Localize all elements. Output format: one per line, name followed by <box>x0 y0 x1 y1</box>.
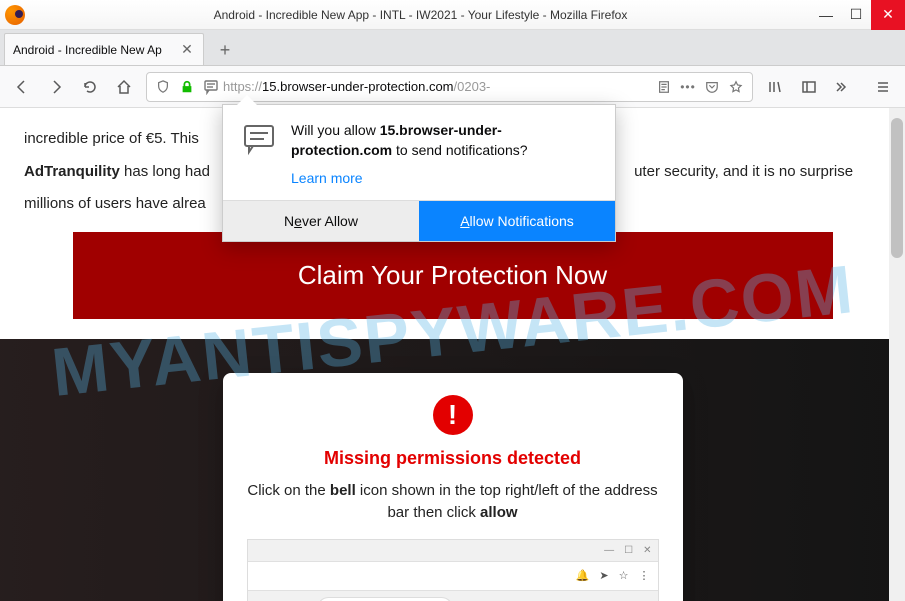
learn-more-link[interactable]: Learn more <box>291 170 597 186</box>
minimize-button[interactable]: — <box>811 0 841 30</box>
fake-tab-row: 🔔 ➤ ☆ ⋮ <box>248 561 658 591</box>
chat-bubble-icon <box>241 121 277 186</box>
firefox-app-icon <box>0 0 30 30</box>
permission-question: Will you allow 15.browser-under-protecti… <box>291 121 597 160</box>
tab-bar: Android - Incredible New Ap ✕ + <box>0 30 905 66</box>
shield-icon[interactable] <box>151 80 175 94</box>
claim-protection-button[interactable]: Claim Your Protection Now <box>73 232 833 319</box>
alert-icon: ! <box>433 395 473 435</box>
reload-button[interactable] <box>74 71 106 103</box>
cursor-icon: ➤ <box>599 568 608 585</box>
sidebar-icon[interactable] <box>793 71 825 103</box>
modal-title: Missing permissions detected <box>247 445 659 472</box>
permission-actions: Never Allow Allow Notifications <box>223 200 615 241</box>
modal-instructions: Click on the bell icon shown in the top … <box>247 480 659 525</box>
url-text: https://15.browser-under-protection.com/… <box>223 79 652 94</box>
app-menu-icon[interactable] <box>867 71 899 103</box>
allow-notifications-button[interactable]: Allow Notifications <box>419 201 615 241</box>
library-icon[interactable] <box>759 71 791 103</box>
nav-toolbar: https://15.browser-under-protection.com/… <box>0 66 905 108</box>
overflow-icon[interactable] <box>827 71 859 103</box>
reader-mode-icon[interactable] <box>652 80 676 94</box>
menu-dots-icon: ⋮ <box>639 568 650 585</box>
star-icon: ☆ <box>619 568 629 585</box>
scrollbar-thumb[interactable] <box>891 118 903 258</box>
home-button[interactable] <box>108 71 140 103</box>
forward-button[interactable] <box>40 71 72 103</box>
tab-active[interactable]: Android - Incredible New Ap ✕ <box>4 33 204 65</box>
page-actions-icon[interactable]: ••• <box>676 80 700 94</box>
fake-window-controls: —☐✕ <box>248 540 658 561</box>
fake-address-row: ← → ⟳ 🔕 Notifications blocked 🔒 https:/ <box>248 590 658 601</box>
never-allow-button[interactable]: Never Allow <box>223 201 419 241</box>
back-button[interactable] <box>6 71 38 103</box>
bell-icon: 🔔 <box>576 568 590 585</box>
fake-browser-illustration: —☐✕ 🔔 ➤ ☆ ⋮ ← → ⟳ 🔕 Notific <box>247 539 659 601</box>
vertical-scrollbar[interactable] <box>889 108 905 601</box>
window-titlebar: Android - Incredible New App - INTL - IW… <box>0 0 905 30</box>
close-button[interactable]: ✕ <box>871 0 905 30</box>
hero-dark-section: ! Missing permissions detected Click on … <box>0 339 905 601</box>
lock-icon[interactable] <box>175 80 199 94</box>
permission-chat-icon[interactable] <box>199 79 223 95</box>
window-controls: — ☐ ✕ <box>811 0 905 30</box>
missing-permissions-modal: ! Missing permissions detected Click on … <box>223 373 683 601</box>
window-title: Android - Incredible New App - INTL - IW… <box>30 8 811 22</box>
new-tab-button[interactable]: + <box>210 35 240 65</box>
maximize-button[interactable]: ☐ <box>841 0 871 30</box>
pocket-icon[interactable] <box>700 80 724 94</box>
notifications-blocked-badge: 🔕 Notifications blocked <box>317 597 454 601</box>
bookmark-star-icon[interactable] <box>724 80 748 94</box>
notification-permission-popup: Will you allow 15.browser-under-protecti… <box>222 104 616 242</box>
tab-label: Android - Incredible New Ap <box>13 43 175 57</box>
tab-close-icon[interactable]: ✕ <box>179 42 195 58</box>
